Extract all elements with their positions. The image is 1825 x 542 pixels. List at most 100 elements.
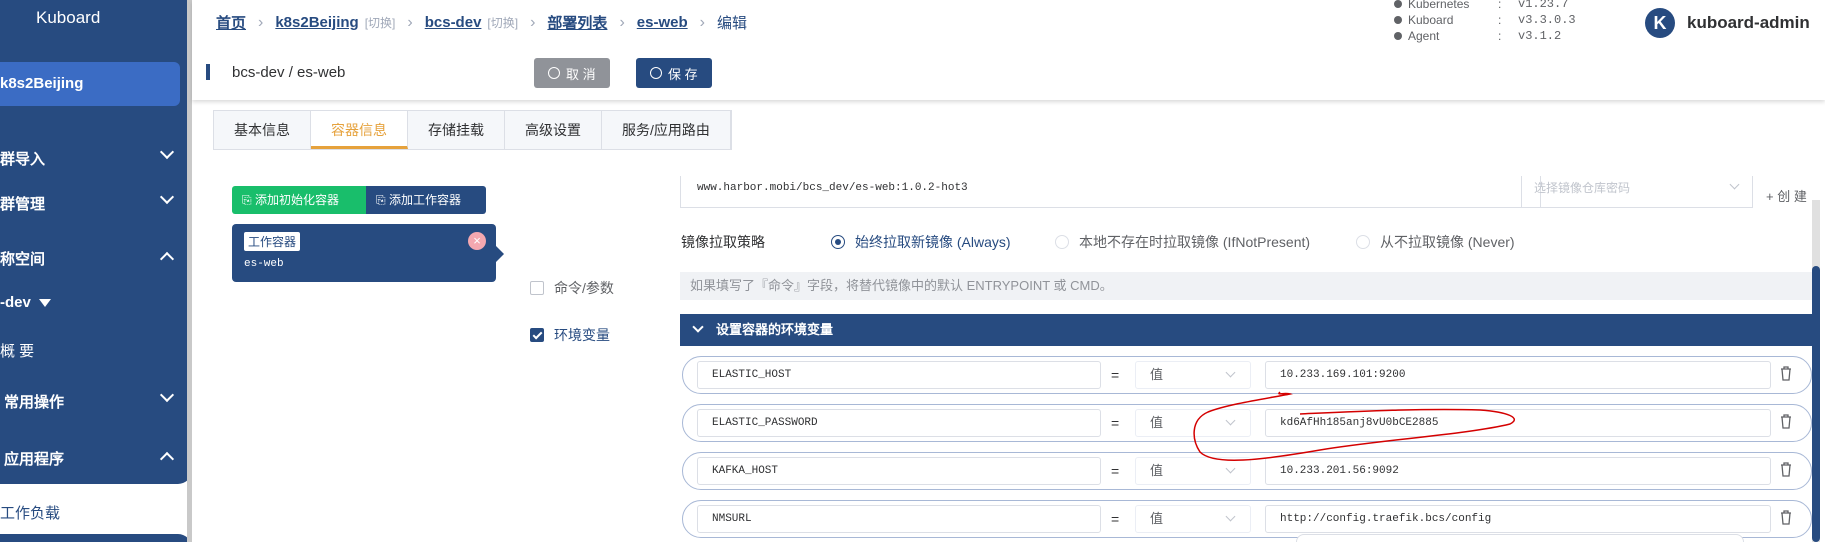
trash-icon[interactable] (1779, 413, 1793, 429)
save-button-label: 保 存 (668, 66, 698, 82)
close-circle-icon (548, 67, 560, 79)
env-type-label: 值 (1150, 463, 1164, 478)
cancel-button[interactable]: 取 消 (534, 58, 610, 88)
container-card[interactable]: 工作容器 es-web × (232, 224, 504, 282)
image-input[interactable]: www.harbor.mobi/bcs_dev/es-web:1.0.2-hot… (680, 176, 1541, 208)
version-name: Kuboard (1408, 13, 1454, 27)
chevron-down-icon (159, 189, 175, 205)
file-add-icon: ⎘ (376, 193, 389, 207)
close-icon[interactable]: × (468, 232, 486, 250)
cmd-label: 命令/参数 (554, 280, 614, 296)
trash-icon[interactable] (1779, 461, 1793, 477)
chevron-down-icon (1225, 415, 1236, 426)
chevron-down-icon (1729, 179, 1740, 190)
version-row: Agent: v3.1.2 (1394, 28, 1576, 44)
app-logo: Kuboard (36, 8, 101, 27)
image-secret-select[interactable]: 选择镜像仓库密码 (1521, 176, 1753, 208)
env-checkbox-row[interactable]: 环境变量 (530, 325, 610, 345)
version-name: Agent (1408, 29, 1440, 43)
chevron-up-icon (159, 451, 175, 467)
env-type-select[interactable]: 值 (1135, 505, 1251, 533)
popup-panel (1296, 534, 1744, 542)
user-name[interactable]: kuboard-admin (1687, 13, 1810, 33)
create-secret-link[interactable]: + 创 建 (1766, 186, 1807, 205)
env-value-input[interactable]: 10.233.201.56:9092 (1265, 457, 1771, 485)
env-value-input[interactable]: kd6AfHh185anj8vU0bCE2885 (1265, 409, 1771, 437)
page-title: bcs-dev / es-web (232, 64, 346, 81)
env-type-select[interactable]: 值 (1135, 457, 1251, 485)
env-label: 环境变量 (554, 327, 610, 343)
chevron-right-icon: › (530, 13, 536, 31)
cmd-checkbox[interactable] (530, 281, 544, 295)
env-section-header[interactable]: 设置容器的环境变量 (680, 314, 1820, 346)
page-header: 首页 › k8s2Beijing [切换] › bcs-dev [切换] › 部… (192, 0, 1825, 100)
sidebar-cluster[interactable]: k8s2Beijing (0, 62, 180, 106)
sidebar-item-workload[interactable]: 工作负载 (0, 502, 60, 523)
main-scrollbar[interactable] (1812, 200, 1820, 542)
tab-basic[interactable]: 基本信息 (214, 111, 311, 149)
env-value-input[interactable]: 10.233.169.101:9200 (1265, 361, 1771, 389)
breadcrumb-workload[interactable]: es-web (637, 14, 688, 31)
title-accent (206, 64, 210, 80)
file-add-icon: ⎘ (242, 193, 255, 207)
version-value: v3.3.0.3 (1518, 13, 1576, 27)
breadcrumb-namespace[interactable]: bcs-dev (425, 14, 482, 31)
version-row: Kubernetes: v1.23.7 (1394, 0, 1576, 12)
add-work-label: 添加工作容器 (388, 193, 461, 207)
avatar[interactable]: K (1645, 8, 1675, 38)
env-type-select[interactable]: 值 (1135, 361, 1251, 389)
chevron-down-icon (159, 387, 175, 403)
chevron-right-icon: › (699, 13, 705, 31)
env-name-input[interactable]: ELASTIC_HOST (697, 361, 1101, 389)
tab-containers[interactable]: 容器信息 (311, 111, 408, 149)
radio-icon (1356, 235, 1370, 249)
save-button[interactable]: 保 存 (636, 58, 712, 88)
sidebar-group-common[interactable]: 常用操作 (0, 387, 180, 412)
env-row: ELASTIC_HOST = 值 10.233.169.101:9200 (682, 356, 1812, 394)
version-colon: : (1498, 13, 1502, 27)
namespace-label: -dev (0, 294, 31, 311)
user-menu[interactable]: K kuboard-admin (1645, 8, 1810, 38)
chevron-right-icon: › (619, 13, 625, 31)
env-checkbox[interactable] (530, 328, 544, 342)
equals-sign: = (1111, 415, 1120, 431)
env-name-input[interactable]: ELASTIC_PASSWORD (697, 409, 1101, 437)
version-value: v1.23.7 (1518, 0, 1569, 11)
equals-sign: = (1111, 511, 1120, 527)
env-value-input[interactable]: http://config.traefik.bcs/config (1265, 505, 1771, 533)
chevron-down-icon (692, 321, 704, 333)
radio-ifnotpresent[interactable]: 本地不存在时拉取镜像 (IfNotPresent) (1055, 232, 1310, 252)
breadcrumb-home[interactable]: 首页 (216, 12, 246, 33)
radio-never[interactable]: 从不拉取镜像 (Never) (1356, 232, 1515, 252)
version-row: Kuboard: v3.3.0.3 (1394, 12, 1576, 28)
breadcrumb-switch[interactable]: [切换] (365, 14, 396, 31)
tab-service[interactable]: 服务/应用路由 (602, 111, 731, 149)
sidebar-item-label: 常用操作 (4, 394, 65, 411)
sidebar-item-label: 群导入 (0, 151, 46, 168)
sidebar-item-namespace[interactable]: 称空间 (0, 248, 180, 269)
env-name-input[interactable]: NMSURL (697, 505, 1101, 533)
sidebar-item-import[interactable]: 群导入 (0, 144, 180, 169)
namespace-selector[interactable]: -dev (0, 294, 51, 311)
radio-icon (1055, 235, 1069, 249)
tab-advanced[interactable]: 高级设置 (505, 111, 602, 149)
tab-storage[interactable]: 存储挂载 (408, 111, 505, 149)
add-init-container-button[interactable]: ⎘ 添加初始化容器 (232, 186, 366, 214)
env-name-input[interactable]: KAFKA_HOST (697, 457, 1101, 485)
scrollbar-thumb[interactable] (1812, 266, 1820, 542)
equals-sign: = (1111, 463, 1120, 479)
sidebar-group-apps[interactable]: 应用程序 (0, 448, 180, 469)
sidebar-item-manage[interactable]: 群管理 (0, 189, 180, 214)
trash-icon[interactable] (1779, 509, 1793, 525)
breadcrumb-switch[interactable]: [切换] (487, 14, 518, 31)
add-work-container-button[interactable]: ⎘ 添加工作容器 (366, 186, 486, 214)
breadcrumb-deployments[interactable]: 部署列表 (547, 12, 607, 33)
breadcrumb-cluster[interactable]: k8s2Beijing (275, 14, 358, 31)
env-type-select[interactable]: 值 (1135, 409, 1251, 437)
radio-always[interactable]: 始终拉取新镜像 (Always) (831, 232, 1011, 252)
cmd-checkbox-row[interactable]: 命令/参数 (530, 278, 614, 298)
sidebar-item-overview[interactable]: 概 要 (0, 340, 34, 361)
env-row: ELASTIC_PASSWORD = 值 kd6AfHh185anj8vU0bC… (682, 404, 1812, 442)
bullet-icon (1394, 32, 1402, 40)
trash-icon[interactable] (1779, 365, 1793, 381)
